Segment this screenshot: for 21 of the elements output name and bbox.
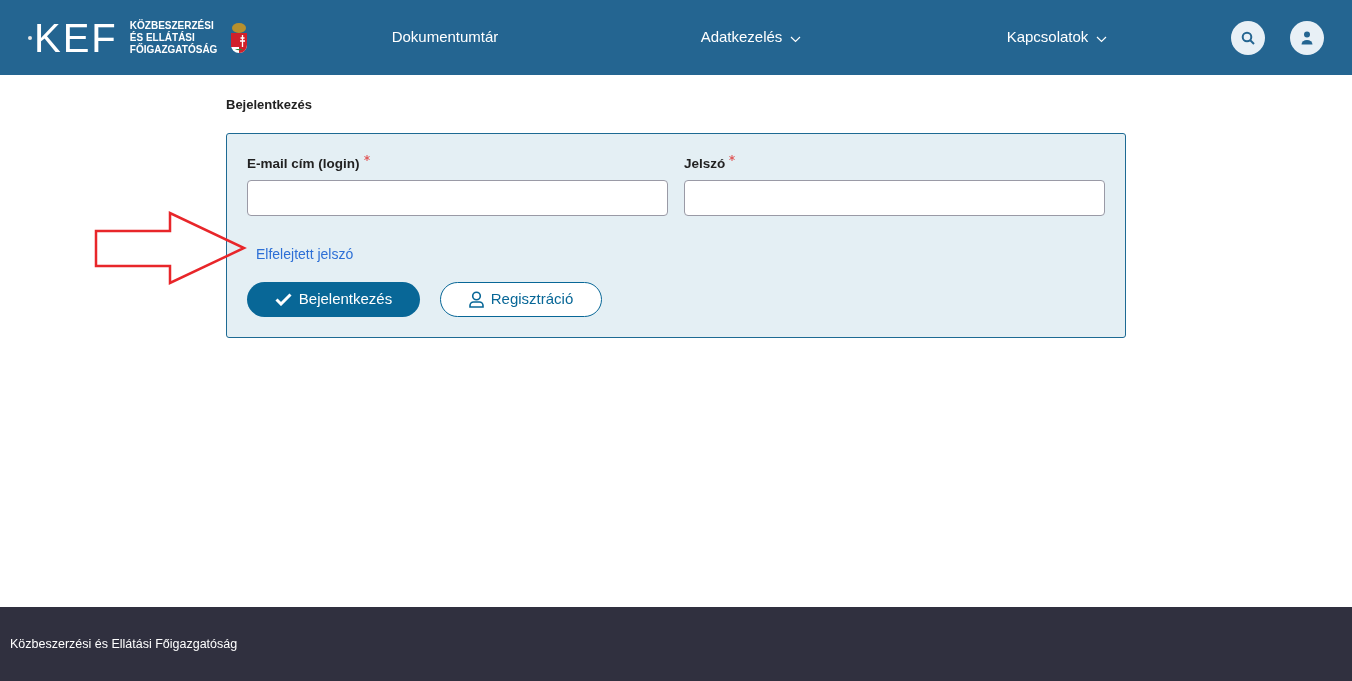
nav-link[interactable]: Adatkezelés <box>700 26 783 49</box>
coat-of-arms-icon <box>229 21 250 54</box>
text-field[interactable] <box>247 179 668 216</box>
login-button[interactable]: Bejelentkezés <box>247 281 420 317</box>
register-button[interactable]: Regisztráció <box>440 281 602 317</box>
search-button[interactable] <box>1231 20 1265 55</box>
user-icon <box>468 290 484 308</box>
account-button[interactable] <box>1290 20 1324 55</box>
search-icon <box>1241 30 1255 45</box>
user-icon <box>1301 30 1313 45</box>
page-title: Bejelentkezés <box>226 96 313 114</box>
footer-text: Közbeszerzési és Ellátási Főigazgatóság <box>10 635 238 653</box>
logo-mark: KEF <box>28 17 118 58</box>
text-field[interactable] <box>684 179 1105 216</box>
field-label: Jelszó <box>684 154 726 173</box>
nav-link[interactable]: Dokumentumtár <box>391 26 499 49</box>
nav-link[interactable]: Kapcsolatok <box>1006 26 1089 49</box>
organization-name: KÖZBESZERZÉSI ÉS ELLÁTÁSI FŐIGAZGATÓSÁG <box>129 19 218 56</box>
field-label: E-mail cím (login) <box>247 154 360 173</box>
forgot-password-link[interactable]: Elfelejtett jelszó <box>256 243 354 265</box>
check-icon <box>274 292 292 306</box>
